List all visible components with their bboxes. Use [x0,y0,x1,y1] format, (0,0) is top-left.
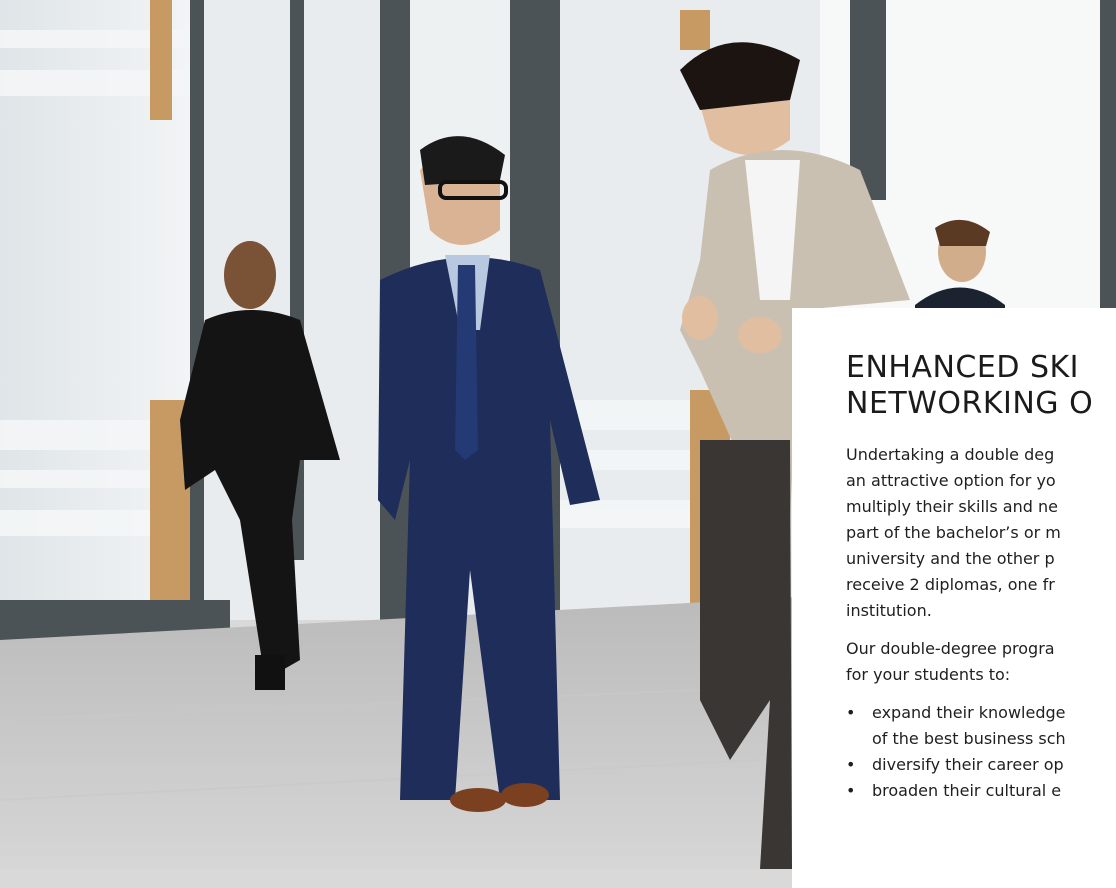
paragraph-line: for your students to: [846,665,1011,684]
bullet-icon: • [846,755,856,774]
panel-paragraph-programs: Our double-degree progra for your studen… [846,636,1116,688]
panel-heading-line: ENHANCED SKI [846,350,1080,385]
list-item: • expand their knowledge of the best bus… [846,700,1116,752]
list-item: • broaden their cultural e [846,778,1116,804]
list-item-line: expand their knowledge [872,703,1066,722]
paragraph-line: receive 2 diplomas, one fr [846,575,1055,594]
paragraph-line: multiply their skills and ne [846,497,1058,516]
paragraph-line: university and the other p [846,549,1055,568]
panel-heading: ENHANCED SKI NETWORKING O [846,350,1116,422]
paragraph-line: Our double-degree progra [846,639,1055,658]
paragraph-line: part of the bachelor’s or m [846,523,1061,542]
paragraph-line: institution. [846,601,932,620]
bullet-icon: • [846,781,856,800]
paragraph-line: an attractive option for yo [846,471,1056,490]
panel-heading-line: NETWORKING O [846,386,1094,421]
bullet-icon: • [846,703,856,722]
info-panel: ENHANCED SKI NETWORKING O Undertaking a … [792,308,1116,888]
list-item: • diversify their career op [846,752,1116,778]
list-item-line: broaden their cultural e [872,781,1062,800]
list-item-line: diversify their career op [872,755,1064,774]
paragraph-line: Undertaking a double deg [846,445,1055,464]
benefits-list: • expand their knowledge of the best bus… [846,700,1116,804]
panel-paragraph-intro: Undertaking a double deg an attractive o… [846,442,1116,624]
list-item-line: of the best business sch [872,729,1066,748]
